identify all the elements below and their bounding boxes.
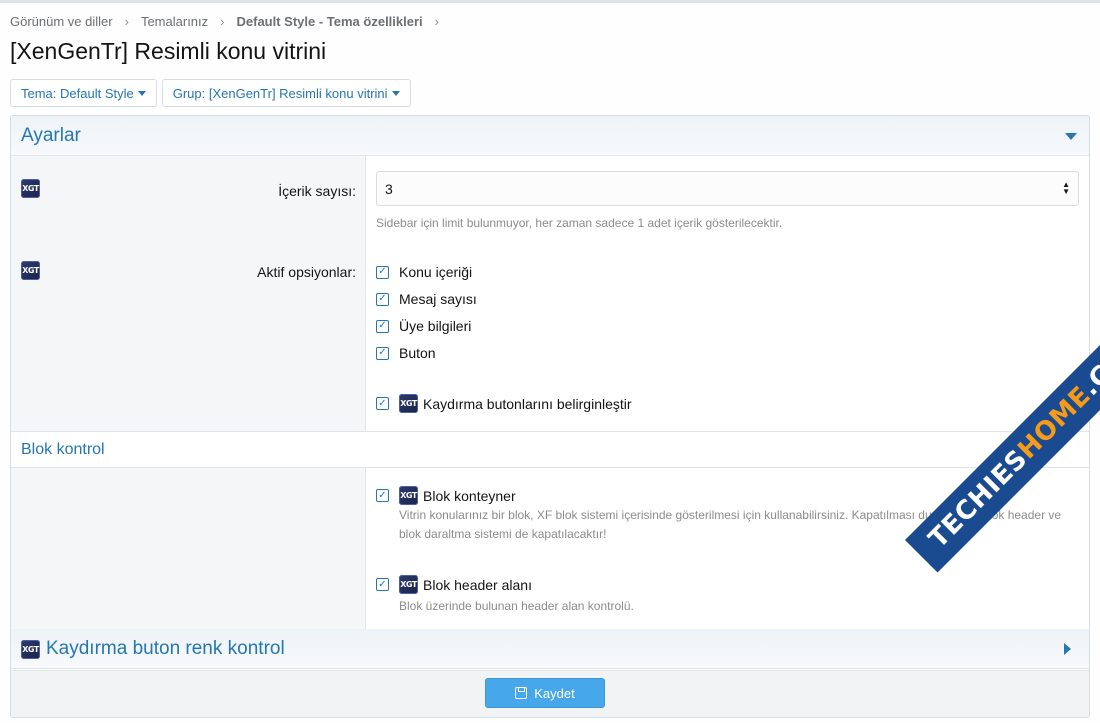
settings-rows: XGT İçerik sayısı: 3 ▲ ▼ Sidebar için lim…: [11, 156, 1089, 431]
style-filter-button[interactable]: Tema: Default Style: [10, 79, 157, 107]
content-count-label: İçerik sayısı:: [278, 183, 356, 199]
breadcrumb-separator-icon: ›: [434, 13, 439, 29]
option-label: Buton: [399, 345, 436, 361]
checkbox-checked-icon[interactable]: ✓: [376, 397, 389, 410]
settings-section-header[interactable]: Ayarlar: [11, 116, 1089, 156]
xgt-logo-icon: XGT: [21, 261, 40, 280]
settings-section-title: Ayarlar: [21, 125, 81, 146]
breadcrumb-appearance-link[interactable]: Görünüm ve diller: [10, 14, 113, 29]
checkbox-checked-icon[interactable]: ✓: [376, 346, 389, 360]
block-control-rows: ✓ XGT Blok konteyner Vitrin konularınız …: [11, 468, 1089, 629]
top-border: [0, 0, 1100, 3]
checkbox-checked-icon[interactable]: ✓: [376, 578, 389, 591]
xgt-logo-icon: XGT: [399, 486, 418, 505]
option-label: Üye bilgileri: [399, 318, 472, 334]
block-container-checkbox[interactable]: ✓ XGT Blok konteyner: [376, 486, 516, 505]
checkbox-checked-icon[interactable]: ✓: [376, 292, 389, 306]
style-filter-label: Tema: Default Style: [21, 85, 134, 101]
block-control-label-column: [11, 468, 366, 629]
page-title: [XenGenTr] Resimli konu vitrini: [10, 38, 327, 64]
option-member-info-checkbox[interactable]: ✓ Üye bilgileri: [376, 318, 471, 334]
scroll-color-section-header[interactable]: XGT Kaydırma buton renk kontrol: [11, 629, 1089, 669]
scroll-color-section-title: Kaydırma buton renk kontrol: [46, 638, 285, 659]
save-icon: [515, 687, 528, 699]
chevron-down-icon: [137, 90, 146, 96]
settings-block: Ayarlar XGT İçerik sayısı: 3 ▲ ▼ Sidebar …: [10, 115, 1090, 718]
group-filter-label: Grup: [XenGenTr] Resimli konu vitrini: [172, 85, 388, 101]
breadcrumb-separator-icon: ›: [220, 13, 225, 29]
content-count-value: 3: [385, 181, 393, 197]
checkbox-checked-icon[interactable]: ✓: [376, 265, 389, 279]
collapse-toggle-icon[interactable]: [1065, 133, 1077, 140]
xgt-logo-icon: XGT: [21, 179, 40, 198]
form-footer: Kaydet: [11, 670, 1089, 717]
breadcrumb-style-properties-link[interactable]: Default Style - Tema özellikleri: [237, 14, 423, 29]
block-container-label: Blok konteyner: [423, 487, 516, 504]
option-label: Mesaj sayısı: [399, 291, 477, 307]
checkbox-checked-icon[interactable]: ✓: [376, 489, 389, 502]
option-topic-content-checkbox[interactable]: ✓ Konu içeriği: [376, 264, 472, 280]
block-control-title: Blok kontrol: [21, 441, 105, 458]
option-label: Konu içeriği: [399, 264, 473, 280]
content-count-hint: Sidebar için limit bulunmuyor, her zaman…: [376, 216, 783, 230]
option-label: Kaydırma butonlarını belirginleştir: [423, 395, 632, 412]
expand-toggle-icon[interactable]: [1064, 643, 1071, 655]
xgt-logo-icon: XGT: [399, 394, 418, 413]
group-filter-button[interactable]: Grup: [XenGenTr] Resimli konu vitrini: [161, 79, 411, 107]
breadcrumb-styles-link[interactable]: Temalarınız: [141, 14, 208, 29]
highlight-scroll-buttons-checkbox[interactable]: ✓ XGT Kaydırma butonlarını belirginleşti…: [376, 394, 632, 413]
xgt-logo-icon: XGT: [21, 640, 40, 659]
block-control-section-title: Blok kontrol: [11, 431, 1089, 468]
save-button-label: Kaydet: [534, 685, 575, 701]
content-count-select[interactable]: 3 ▲ ▼: [376, 171, 1079, 206]
checkbox-checked-icon[interactable]: ✓: [376, 319, 389, 333]
block-header-checkbox[interactable]: ✓ XGT Blok header alanı: [376, 575, 532, 594]
chevron-down-icon: [391, 90, 400, 96]
active-options-label: Aktif opsiyonlar:: [257, 264, 356, 280]
breadcrumb: Görünüm ve diller › Temalarınız › Defaul…: [10, 12, 451, 30]
option-message-count-checkbox[interactable]: ✓ Mesaj sayısı: [376, 291, 477, 307]
save-button[interactable]: Kaydet: [485, 678, 605, 708]
xgt-logo-icon: XGT: [399, 575, 418, 594]
option-button-checkbox[interactable]: ✓ Buton: [376, 345, 436, 361]
select-arrows-icon: ▲ ▼: [1062, 180, 1070, 196]
block-container-hint: Vitrin konularınız bir blok, XF blok sis…: [399, 508, 1062, 541]
filter-bar: Tema: Default Style Grup: [XenGenTr] Res…: [10, 79, 411, 107]
breadcrumb-separator-icon: ›: [124, 13, 129, 29]
block-header-label: Blok header alanı: [423, 576, 532, 593]
block-header-hint: Blok üzerinde bulunan header alan kontro…: [399, 599, 634, 613]
